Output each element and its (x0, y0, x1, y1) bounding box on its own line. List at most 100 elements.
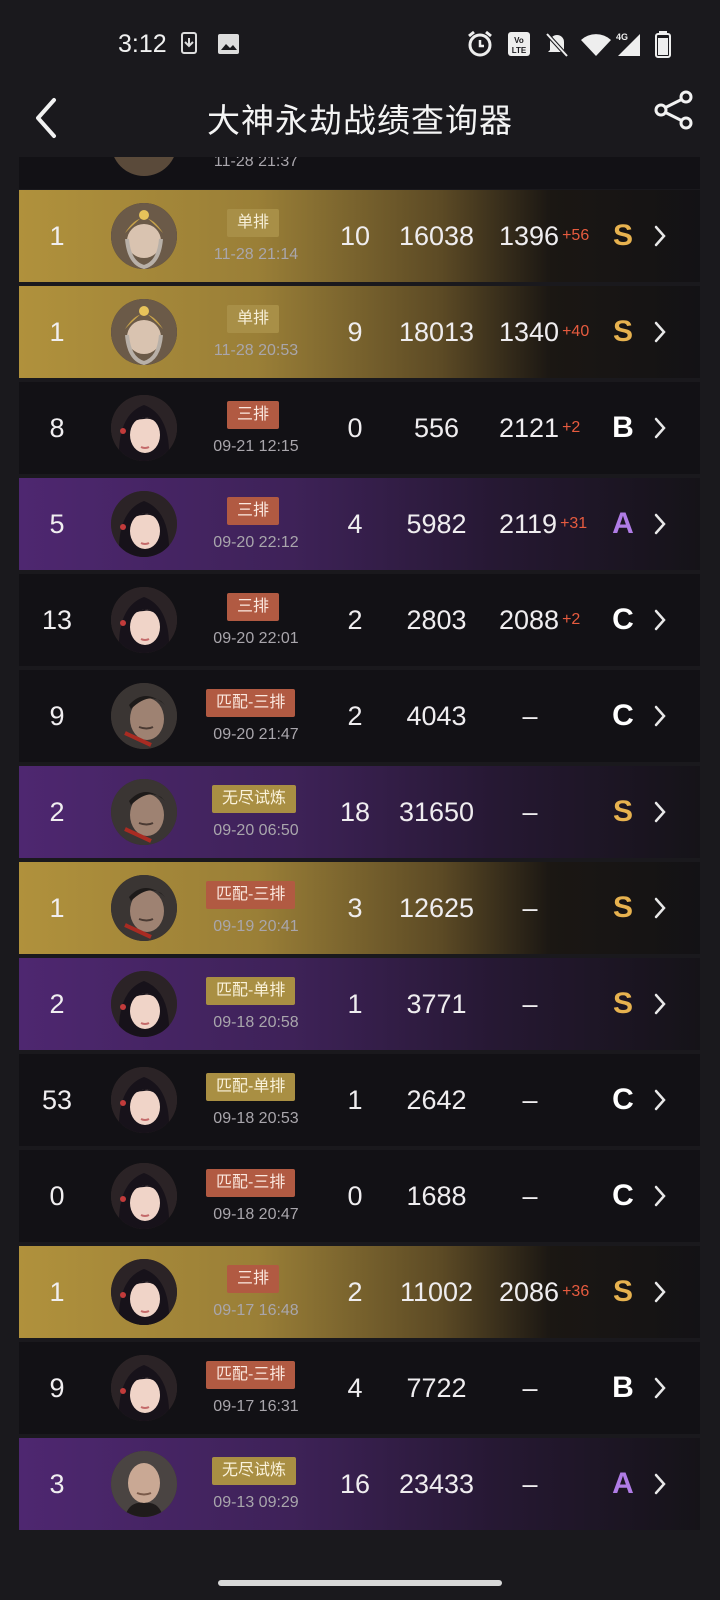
match-score: 16038 (398, 220, 475, 251)
svg-text:4G: 4G (616, 32, 628, 42)
match-row[interactable]: 2 匹配-单排 09-18 20:58 1 3771 – S (19, 958, 700, 1050)
chevron-right-icon[interactable] (653, 1376, 667, 1400)
chevron-right-icon[interactable] (653, 1280, 667, 1304)
match-rating: 1396 +56 (499, 190, 599, 282)
match-grade: S (612, 891, 633, 924)
chevron-right-icon[interactable] (653, 1472, 667, 1496)
download-icon (181, 32, 197, 54)
match-list[interactable]: 11-28 21:37 1 单排 11-28 21:14 10 16038 1396 +56… (19, 157, 700, 1562)
match-rating: 2121 +2 (499, 382, 599, 474)
chevron-right-icon[interactable] (653, 320, 667, 344)
hero-avatar (111, 683, 177, 749)
chevron-right-icon[interactable] (653, 896, 667, 920)
rating-value: – (522, 1372, 538, 1403)
match-rank: 8 (49, 412, 65, 443)
match-rank: 1 (49, 316, 65, 347)
match-score: 11002 (399, 1276, 474, 1307)
match-grade: S (612, 315, 633, 348)
chevron-right-icon[interactable] (653, 224, 667, 248)
match-grade: B (612, 411, 634, 444)
chevron-right-icon[interactable] (653, 512, 667, 536)
match-grade: A (612, 1467, 634, 1500)
match-row[interactable]: 9 匹配-三排 09-17 16:31 4 7722 – B (19, 1342, 700, 1434)
rating-value: – (522, 1180, 538, 1211)
match-row[interactable]: 1 匹配-三排 09-19 20:41 3 12625 – S (19, 862, 700, 954)
match-kills: 3 (347, 892, 363, 923)
rating-value: – (522, 700, 538, 731)
gesture-bar[interactable] (218, 1580, 502, 1586)
match-date: 09-18 20:58 (213, 1014, 299, 1031)
match-row[interactable]: 1 三排 09-17 16:48 2 11002 2086 +36 S (19, 1246, 700, 1338)
hero-avatar (111, 587, 177, 653)
match-date: 09-13 09:29 (213, 1494, 299, 1511)
chevron-right-icon[interactable] (653, 416, 667, 440)
hero-avatar (111, 971, 177, 1037)
match-kills: 10 (339, 220, 371, 251)
volte-icon: Vo LTE (508, 32, 530, 56)
match-rating: – (499, 1342, 564, 1434)
chevron-right-icon[interactable] (653, 608, 667, 632)
match-rating: – (499, 766, 564, 858)
match-rating: 2086 +36 (499, 1246, 599, 1338)
match-row[interactable]: 2 无尽试炼 09-20 06:50 18 31650 – S (19, 766, 700, 858)
mode-badge: 匹配-单排 (206, 1073, 296, 1101)
hero-avatar (111, 875, 177, 941)
match-kills: 16 (339, 1468, 371, 1499)
rating-value: – (522, 796, 538, 827)
match-date: 09-20 06:50 (213, 822, 299, 839)
battery-icon (655, 31, 671, 58)
match-date: 09-18 20:53 (213, 1110, 299, 1127)
match-kills: 4 (347, 508, 363, 539)
match-score: 12625 (398, 892, 475, 923)
match-kills: 2 (347, 700, 363, 731)
match-grade: A (612, 507, 634, 540)
match-row[interactable]: 0 匹配-三排 09-18 20:47 0 1688 – C (19, 1150, 700, 1242)
mute-icon (545, 32, 569, 58)
match-row[interactable]: 1 单排 11-28 20:53 9 18013 1340 +40 S (19, 286, 700, 378)
match-row[interactable]: 9 匹配-三排 09-20 21:47 2 4043 – C (19, 670, 700, 762)
match-grade: C (612, 1083, 634, 1116)
match-kills: 2 (347, 604, 363, 635)
match-row[interactable]: 1 单排 11-28 21:14 10 16038 1396 +56 S (19, 190, 700, 282)
match-score: 7722 (406, 1372, 467, 1403)
match-rating: – (499, 1438, 564, 1530)
match-row[interactable]: 5 三排 09-20 22:12 4 5982 2119 +31 A (19, 478, 700, 570)
match-row-partial[interactable]: 11-28 21:37 (19, 157, 700, 189)
chevron-right-icon[interactable] (653, 704, 667, 728)
match-kills: 9 (347, 316, 363, 347)
rating-delta: +40 (562, 323, 590, 340)
rating-value: 1396 (499, 220, 560, 251)
hero-avatar (111, 1259, 177, 1325)
chevron-right-icon[interactable] (653, 992, 667, 1016)
mode-badge: 单排 (227, 209, 280, 237)
hero-avatar (111, 779, 177, 845)
rating-delta: +2 (562, 611, 581, 628)
hero-avatar (111, 395, 177, 461)
match-row[interactable]: 13 三排 09-20 22:01 2 2803 2088 +2 C (19, 574, 700, 666)
match-rank: 53 (41, 1084, 73, 1115)
match-rating: – (499, 862, 564, 954)
match-kills: 18 (339, 796, 371, 827)
match-date: 09-18 20:47 (213, 1206, 299, 1223)
match-row[interactable]: 3 无尽试炼 09-13 09:29 16 23433 – A (19, 1438, 700, 1530)
share-icon[interactable] (652, 88, 696, 132)
match-row[interactable]: 8 三排 09-21 12:15 0 556 2121 +2 B (19, 382, 700, 474)
match-grade: S (612, 987, 633, 1020)
match-rank: 1 (49, 220, 65, 251)
match-row[interactable]: 53 匹配-单排 09-18 20:53 1 2642 – C (19, 1054, 700, 1146)
hero-avatar (111, 299, 177, 365)
chevron-right-icon[interactable] (653, 800, 667, 824)
chevron-right-icon[interactable] (653, 1088, 667, 1112)
match-kills: 2 (347, 1276, 363, 1307)
match-kills: 4 (347, 1372, 363, 1403)
match-kills: 1 (347, 1084, 363, 1115)
rating-delta: +2 (562, 419, 581, 436)
hero-avatar (111, 491, 177, 557)
match-rank: 2 (49, 988, 65, 1019)
status-time: 3:12 (118, 30, 167, 58)
match-date: 09-17 16:48 (213, 1302, 299, 1319)
match-score: 31650 (398, 796, 475, 827)
svg-text:Vo: Vo (514, 36, 524, 45)
hero-avatar (111, 1067, 177, 1133)
chevron-right-icon[interactable] (653, 1184, 667, 1208)
